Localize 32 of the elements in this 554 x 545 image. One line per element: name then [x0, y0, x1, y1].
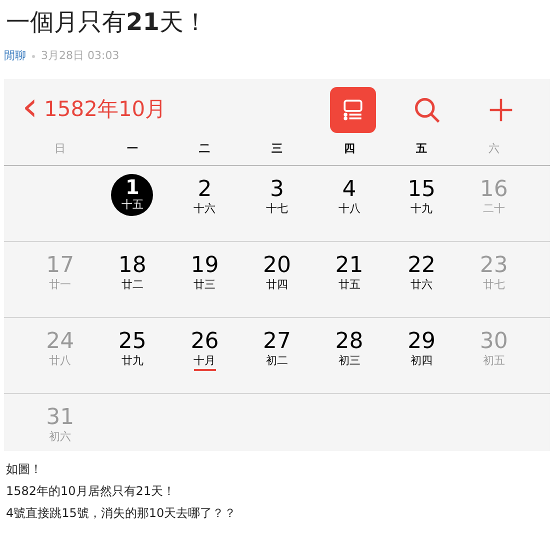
- day-cell[interactable]: 25 廿九: [118, 326, 146, 369]
- day-cell[interactable]: 29 初四: [408, 326, 436, 369]
- weekday-label: 五: [416, 140, 428, 156]
- day-cell[interactable]: 27 初二: [262, 326, 291, 369]
- list-view-button[interactable]: [330, 86, 376, 132]
- day-cell[interactable]: 2 十六: [194, 174, 216, 217]
- body-text: 4號直接跳15號，消失的那10天去哪了？？: [6, 504, 238, 520]
- day-cell[interactable]: 26 十月: [190, 326, 219, 371]
- month-title: 1582年10月: [44, 96, 166, 123]
- back-button[interactable]: ‹: [22, 86, 38, 126]
- weekday-label: 一: [126, 140, 138, 156]
- day-cell[interactable]: 15 十九: [408, 174, 436, 217]
- day-cell[interactable]: 4 十八: [338, 174, 360, 217]
- day-cell[interactable]: 22 廿六: [408, 250, 436, 293]
- day-cell[interactable]: 18 廿二: [118, 250, 146, 293]
- weekday-label: 六: [488, 140, 500, 156]
- post-date: 3月28日 03:03: [41, 48, 120, 64]
- body-text: 1582年的10月居然只有21天！: [6, 482, 176, 498]
- day-cell[interactable]: 3 十七: [266, 174, 288, 217]
- post-title: 一個月只有21天！: [6, 7, 208, 38]
- weekday-label: 三: [271, 140, 282, 156]
- day-cell[interactable]: 19 廿三: [190, 250, 219, 293]
- day-cell[interactable]: 1 十五: [111, 174, 154, 216]
- plus-icon: [488, 96, 514, 122]
- weekday-label: 四: [344, 140, 355, 156]
- body-text: 如圖！: [6, 460, 43, 476]
- board-link[interactable]: 閒聊: [4, 48, 26, 64]
- weekday-label: 日: [54, 140, 66, 156]
- day-cell[interactable]: 20 廿四: [262, 250, 291, 293]
- day-cell[interactable]: 21 廿五: [335, 250, 364, 293]
- day-cell[interactable]: 28 初三: [335, 326, 364, 369]
- weekday-label: 二: [199, 140, 210, 156]
